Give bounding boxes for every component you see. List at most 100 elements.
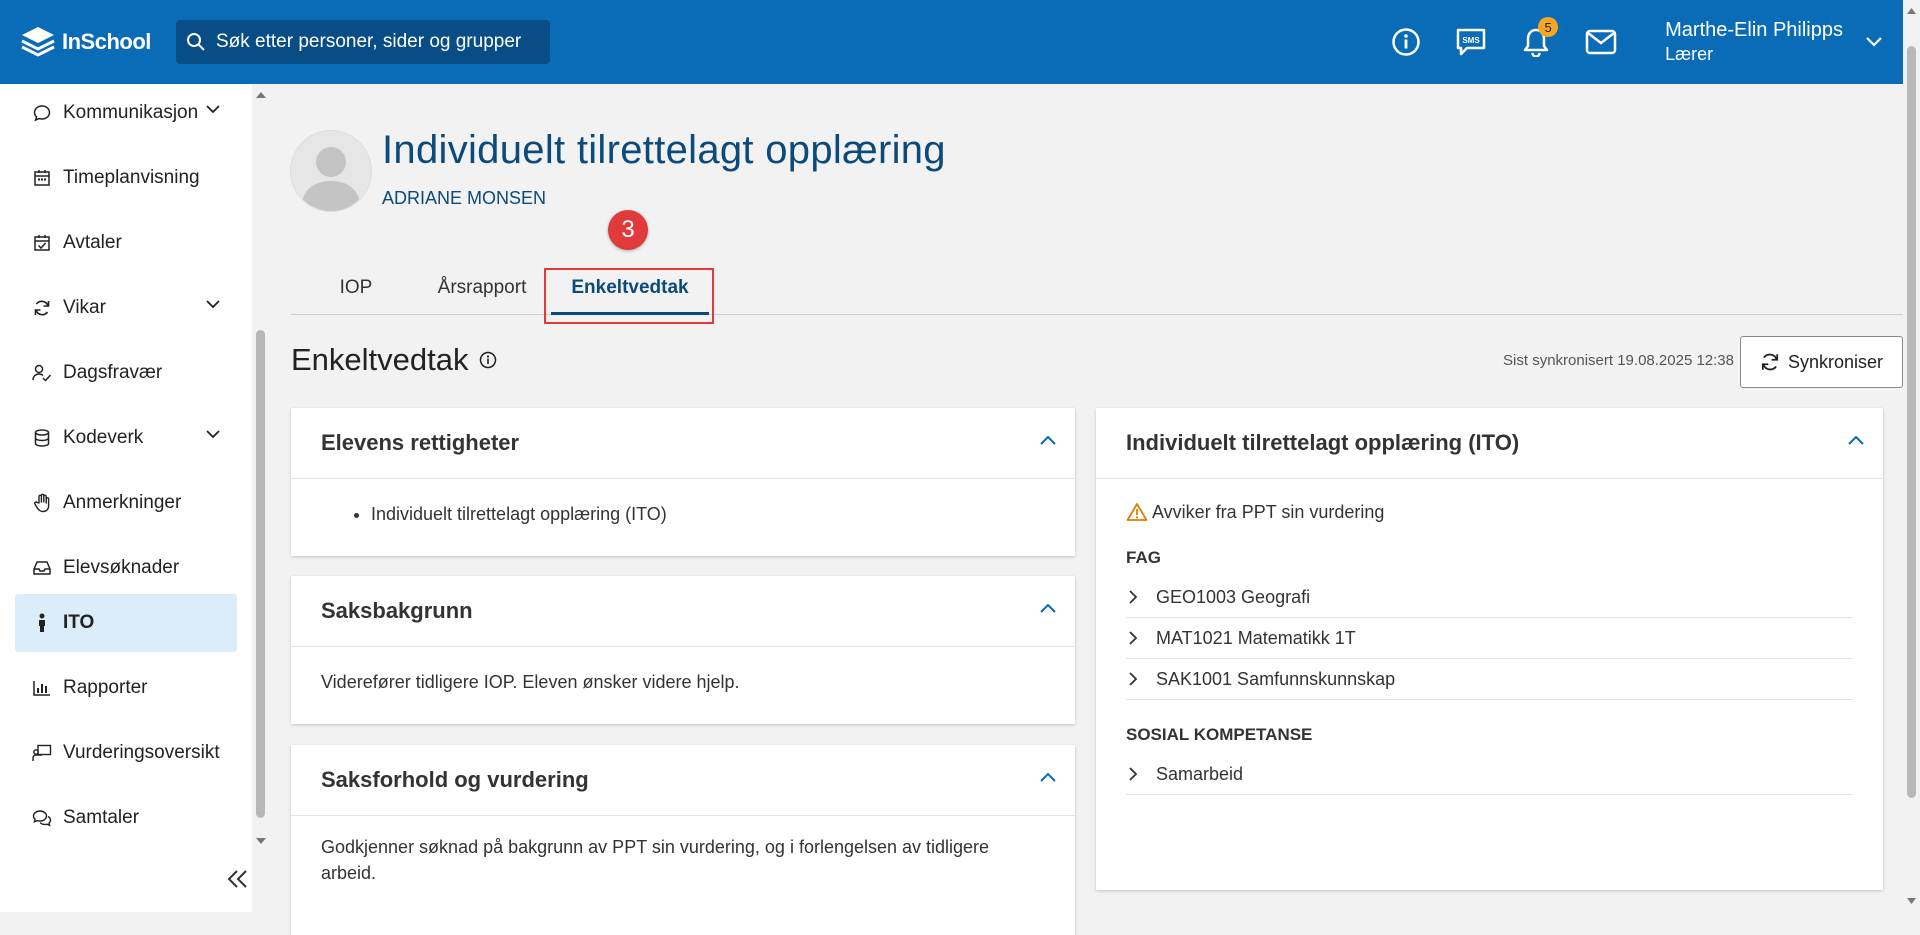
person-check-icon — [31, 364, 53, 382]
tab-iop[interactable]: IOP — [316, 262, 396, 314]
conversation-icon — [31, 809, 53, 827]
sms-icon: SMS — [1456, 28, 1485, 56]
chevron-up-icon[interactable] — [1039, 602, 1057, 614]
sidebar-item-kodeverk[interactable]: Kodeverk — [15, 409, 237, 467]
sidebar: Kommunikasjon Timeplanvisning Avtaler Vi… — [0, 84, 252, 912]
sosial-row[interactable]: Samarbeid — [1126, 754, 1853, 795]
user-role: Lærer — [1665, 44, 1714, 64]
card-title: Saksbakgrunn — [321, 598, 473, 623]
user-menu[interactable]: Marthe-Elin Philipps Lærer — [1665, 18, 1883, 66]
refresh-icon — [1761, 353, 1779, 371]
chevron-right-icon — [1129, 590, 1138, 604]
sidebar-scrollbar[interactable] — [252, 84, 270, 912]
chevron-up-icon[interactable] — [1039, 771, 1057, 783]
messages-button[interactable] — [1568, 0, 1633, 84]
tab-bar: IOP Årsrapport Enkeltvedtak — [291, 262, 1903, 315]
card-title: Saksforhold og vurdering — [321, 767, 589, 792]
inbox-icon — [31, 560, 53, 576]
chat-icon — [31, 104, 53, 122]
fag-row[interactable]: MAT1021 Matematikk 1T — [1126, 618, 1853, 659]
fag-heading: FAG — [1126, 548, 1161, 567]
list-item: Individuelt tilrettelagt opplæring (ITO) — [371, 501, 1045, 527]
sidebar-scroll-thumb[interactable] — [256, 330, 265, 818]
tab-label: IOP — [339, 277, 373, 298]
sidebar-item-elevsoknader[interactable]: Elevsøknader — [15, 539, 237, 597]
sidebar-item-label: Vikar — [63, 297, 106, 318]
card-title: Elevens rettigheter — [321, 430, 520, 455]
main-content: Individuelt tilrettelagt opplæring ADRIA… — [270, 84, 1903, 935]
mail-icon — [1585, 29, 1616, 55]
step-badge: 3 — [608, 210, 648, 250]
sync-button[interactable]: Synkroniser — [1740, 336, 1903, 388]
teacher-board-icon — [31, 744, 53, 762]
sidebar-item-anmerkninger[interactable]: Anmerkninger — [15, 474, 237, 532]
fag-row[interactable]: GEO1003 Geografi — [1126, 577, 1853, 618]
user-name: Marthe-Elin Philipps — [1665, 19, 1843, 41]
chevron-up-icon[interactable] — [1039, 434, 1057, 446]
collapse-sidebar-icon[interactable] — [226, 868, 250, 890]
chevron-up-icon[interactable] — [1847, 434, 1865, 446]
sidebar-item-timeplanvisning[interactable]: Timeplanvisning — [15, 149, 237, 207]
top-bar: InSchool SMS 5 — [0, 0, 1903, 84]
sidebar-item-ito[interactable]: ITO — [15, 594, 237, 652]
tab-label: Årsrapport — [437, 277, 527, 298]
notifications-button[interactable]: 5 — [1503, 0, 1568, 84]
page-scrollbar[interactable] — [1903, 0, 1920, 912]
search-box[interactable] — [176, 20, 550, 64]
sosial-label: Samarbeid — [1156, 764, 1244, 784]
card-header[interactable]: Individuelt tilrettelagt opplæring (ITO) — [1096, 408, 1883, 479]
last-synced-text: Sist synkronisert 19.08.2025 12:38 — [1503, 352, 1734, 369]
sidebar-item-label: Timeplanvisning — [63, 167, 200, 188]
person-placeholder-icon — [291, 131, 371, 211]
card-header[interactable]: Elevens rettigheter — [291, 408, 1075, 479]
sms-button[interactable]: SMS — [1438, 0, 1503, 84]
scroll-up-icon — [1907, 8, 1916, 14]
sidebar-item-kommunikasjon[interactable]: Kommunikasjon — [15, 84, 237, 142]
fag-label: SAK1001 Samfunnskunnskap — [1156, 669, 1396, 689]
page-scroll-thumb[interactable] — [1907, 46, 1916, 798]
sosial-kompetanse-heading: SOSIAL KOMPETANSE — [1126, 725, 1313, 744]
warning-text: Avviker fra PPT sin vurdering — [1152, 502, 1385, 522]
page-title: Individuelt tilrettelagt opplæring — [382, 128, 946, 172]
scroll-down-icon — [1907, 898, 1916, 904]
chevron-down-icon — [206, 300, 220, 309]
logo-icon — [21, 27, 55, 57]
sidebar-item-vurderingsoversikt[interactable]: Vurderingsoversikt — [15, 724, 237, 782]
sidebar-item-dagsfravaer[interactable]: Dagsfravær — [15, 344, 237, 402]
section-title: Enkeltvedtak — [291, 342, 497, 378]
logo[interactable]: InSchool — [20, 25, 176, 59]
card-text: Godkjenner søknad på bakgrunn av PPT sin… — [321, 837, 990, 883]
search-input[interactable] — [214, 30, 538, 54]
sidebar-item-rapporter[interactable]: Rapporter — [15, 659, 237, 717]
logo-text: InSchool — [62, 29, 151, 54]
sidebar-item-label: Samtaler — [63, 807, 140, 828]
chevron-down-icon — [1866, 37, 1882, 47]
tab-arsrapport[interactable]: Årsrapport — [412, 262, 552, 314]
sidebar-item-vikar[interactable]: Vikar — [15, 279, 237, 337]
avatar — [291, 131, 371, 211]
sidebar-item-label: Dagsfravær — [63, 362, 163, 383]
svg-text:SMS: SMS — [1462, 36, 1480, 45]
sidebar-item-samtaler[interactable]: Samtaler — [15, 789, 237, 847]
person-icon — [31, 613, 53, 633]
search-icon — [187, 33, 205, 51]
fag-label: GEO1003 Geografi — [1156, 587, 1311, 607]
card-header[interactable]: Saksbakgrunn — [291, 576, 1075, 647]
sidebar-item-label: Kodeverk — [63, 427, 144, 448]
info-button[interactable] — [1373, 0, 1438, 84]
sidebar-item-avtaler[interactable]: Avtaler — [15, 214, 237, 272]
scroll-down-icon — [256, 838, 266, 844]
sidebar-item-label: ITO — [63, 612, 95, 633]
fag-row[interactable]: SAK1001 Samfunnskunnskap — [1126, 659, 1853, 700]
card-title: Individuelt tilrettelagt opplæring (ITO) — [1126, 430, 1520, 455]
chevron-right-icon — [1129, 631, 1138, 645]
sync-button-label: Synkroniser — [1787, 351, 1884, 372]
database-icon — [31, 429, 53, 447]
info-icon[interactable] — [479, 351, 497, 369]
chevron-down-icon — [206, 430, 220, 439]
highlight-box — [544, 268, 714, 324]
student-name: ADRIANE MONSEN — [382, 188, 547, 208]
info-icon — [1391, 28, 1420, 56]
section-title-text: Enkeltvedtak — [291, 342, 469, 377]
card-header[interactable]: Saksforhold og vurdering — [291, 745, 1075, 816]
